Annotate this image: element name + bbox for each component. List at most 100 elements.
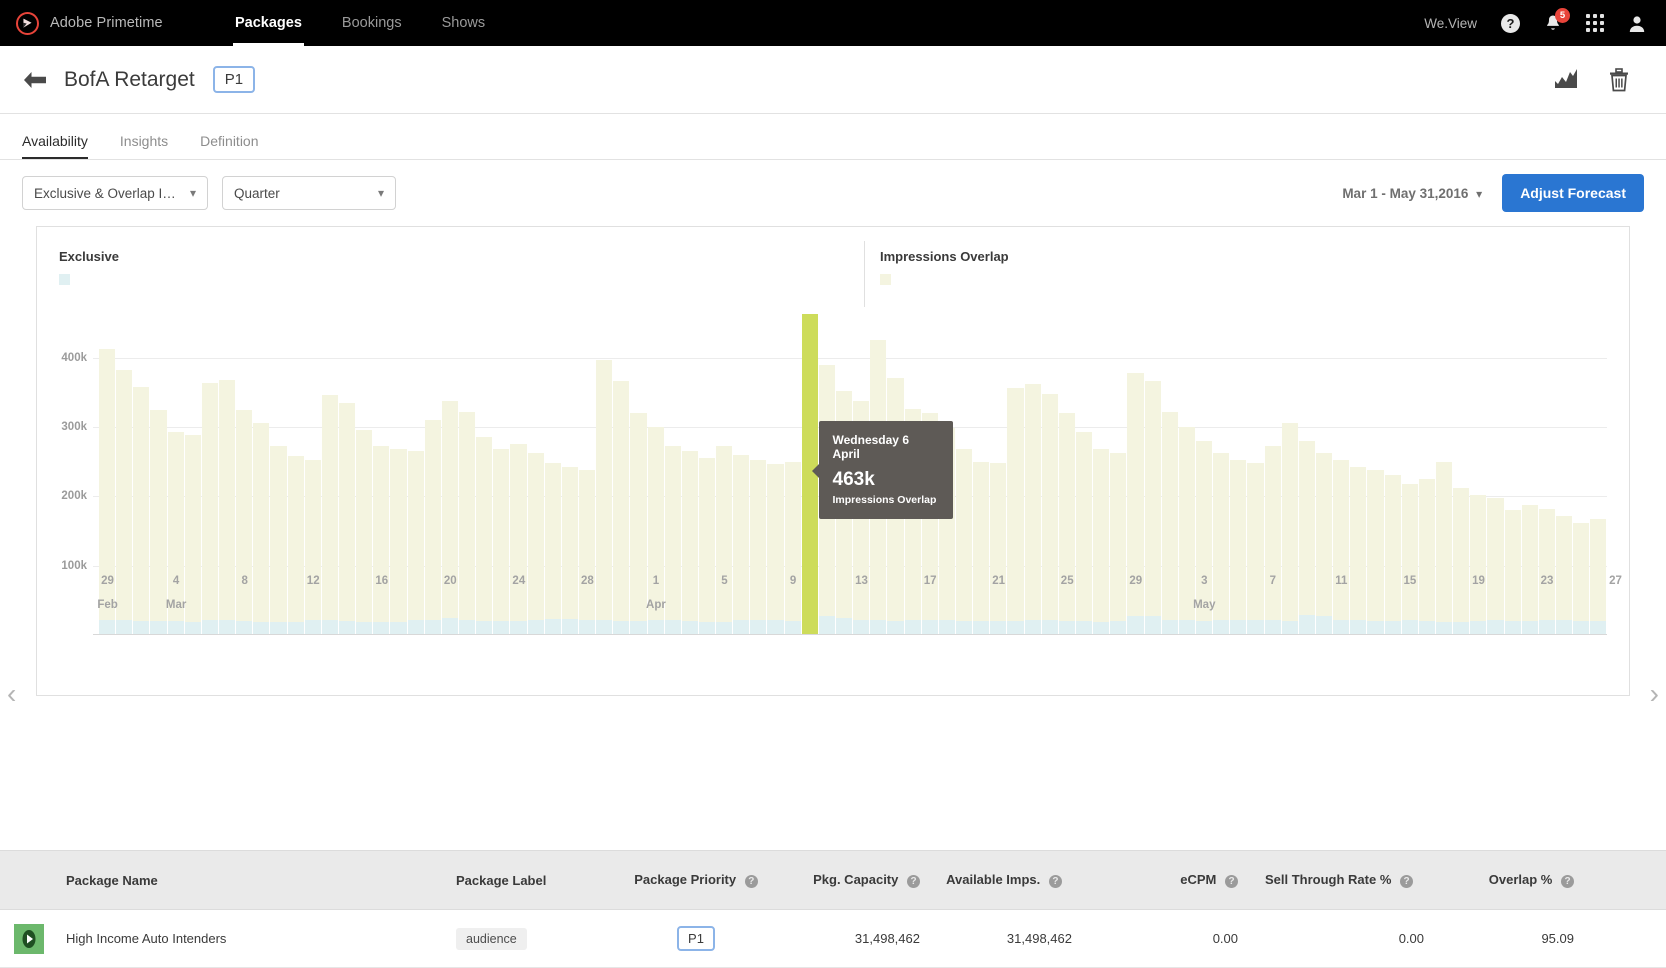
y-axis-labels: 100k 200k 300k 400k: [37, 309, 93, 635]
y-axis-tick: 400k: [61, 351, 87, 364]
th-package-priority[interactable]: Package Priority ?: [616, 872, 776, 888]
x-axis-tick: 7: [1269, 575, 1277, 587]
filter-bar: Exclusive & Overlap I… ▾ Quarter ▾ Mar 1…: [0, 160, 1666, 226]
x-axis-labels: 29 Feb 4 Mar 8 12 16 20 24 28 1 Apr 5 9 13 17 21 25 29 3 May…: [97, 575, 1622, 617]
bar-segment-exclusive: [1161, 619, 1178, 635]
th-available-imps-label: Available Imps.: [946, 872, 1041, 888]
bar-segment-exclusive: [236, 621, 253, 635]
nav-item-shows[interactable]: Shows: [422, 0, 506, 46]
th-pkg-capacity[interactable]: Pkg. Capacity ?: [776, 872, 928, 888]
user-avatar-icon[interactable]: [1628, 14, 1646, 33]
legend-overlap-swatch: [880, 274, 891, 285]
availability-chart-card: Exclusive Impressions Overlap 100k 200k 30…: [36, 226, 1630, 696]
period-select[interactable]: Quarter ▾: [222, 176, 396, 210]
priority-badge[interactable]: P1: [212, 66, 256, 93]
bar-segment-exclusive: [338, 621, 356, 635]
bar-segment-exclusive: [767, 620, 784, 635]
metric-select[interactable]: Exclusive & Overlap I… ▾: [22, 176, 208, 210]
bar-segment-exclusive: [1213, 620, 1230, 635]
chart-tooltip: Wednesday 6 April 463k Impressions Overl…: [811, 421, 953, 519]
bar-segment-exclusive: [201, 619, 218, 635]
row-pkg-capacity: 31,498,462: [854, 931, 920, 946]
th-package-name[interactable]: Package Name: [58, 873, 448, 888]
tab-availability[interactable]: Availability: [22, 133, 102, 159]
bar-segment-exclusive: [733, 620, 750, 635]
tab-insights[interactable]: Insights: [120, 133, 182, 159]
adjust-forecast-button[interactable]: Adjust Forecast: [1502, 174, 1644, 212]
metric-select-value: Exclusive & Overlap I…: [34, 185, 176, 201]
bar-segment-exclusive: [578, 619, 596, 635]
date-range-value: Mar 1 - May 31,2016: [1342, 185, 1469, 201]
packages-table: Package Name Package Label Package Prior…: [0, 850, 1666, 968]
th-ecpm-label: eCPM: [1180, 872, 1217, 888]
x-axis-tick: 1 Apr: [646, 575, 666, 611]
th-ecpm[interactable]: eCPM ?: [1080, 872, 1246, 888]
table-header-row: Package Name Package Label Package Prior…: [0, 850, 1666, 910]
app-grid-icon[interactable]: [1586, 14, 1604, 32]
date-range-picker[interactable]: Mar 1 - May 31,2016 ▾: [1342, 186, 1482, 201]
th-package-label[interactable]: Package Label: [448, 873, 616, 888]
back-arrow-icon[interactable]: [22, 71, 52, 89]
th-overlap-label: Overlap %: [1488, 872, 1553, 888]
package-label-chip: audience: [456, 927, 527, 950]
package-priority-chip[interactable]: P1: [677, 926, 715, 951]
x-axis-tick: 9: [789, 575, 797, 587]
chart-legend: Exclusive Impressions Overlap: [37, 227, 1629, 307]
bar-segment-exclusive: [1247, 619, 1264, 635]
th-sell-through-rate[interactable]: Sell Through Rate % ?: [1246, 872, 1432, 888]
row-ecpm: 0.00: [1212, 931, 1238, 946]
header-actions: [1554, 67, 1644, 92]
bar-segment-exclusive: [476, 621, 493, 635]
chart-prev-arrow-icon[interactable]: ‹: [7, 680, 16, 708]
nav-item-packages[interactable]: Packages: [215, 0, 322, 46]
bar-segment-exclusive: [150, 621, 167, 635]
notifications-bell-icon[interactable]: 5: [1544, 7, 1570, 33]
brand[interactable]: Adobe Primetime: [0, 11, 215, 35]
help-icon[interactable]: ?: [1225, 874, 1238, 888]
help-icon[interactable]: ?: [1048, 874, 1062, 888]
brand-name: Adobe Primetime: [50, 15, 163, 31]
bar-segment-exclusive: [116, 620, 133, 635]
bar-segment-exclusive: [1521, 621, 1538, 635]
help-icon[interactable]: ?: [1501, 13, 1520, 33]
th-pkg-capacity-label: Pkg. Capacity: [813, 872, 899, 888]
view-switcher[interactable]: We.View: [1424, 16, 1477, 31]
delete-trash-icon[interactable]: [1608, 67, 1630, 92]
play-icon[interactable]: [14, 923, 44, 954]
x-axis-tick: 17: [923, 575, 937, 587]
bar-segment-exclusive: [853, 619, 870, 635]
bar-segment-exclusive: [1384, 621, 1401, 635]
bar-segment-exclusive: [407, 620, 424, 635]
x-axis-tick: 15: [1403, 575, 1417, 587]
bar-segment-exclusive: [1573, 621, 1590, 635]
bar-segment-exclusive: [1058, 621, 1076, 635]
x-axis-tick: 20: [443, 575, 457, 587]
bar-segment-exclusive: [1401, 620, 1418, 635]
analytics-chart-icon[interactable]: [1554, 68, 1578, 90]
nav-item-bookings[interactable]: Bookings: [322, 0, 422, 46]
bar-segment-exclusive: [630, 621, 647, 635]
help-icon[interactable]: ?: [744, 874, 758, 888]
bar-segment-exclusive: [613, 621, 630, 635]
nav-right-cluster: We.View ? 5: [1424, 7, 1666, 33]
chart-next-arrow-icon[interactable]: ›: [1650, 680, 1659, 708]
help-icon[interactable]: ?: [907, 874, 920, 888]
page-title: BofA Retarget: [64, 67, 195, 91]
th-overlap[interactable]: Overlap % ?: [1432, 872, 1582, 888]
bar-segment-exclusive: [1196, 621, 1213, 635]
help-icon[interactable]: ?: [1400, 874, 1414, 888]
top-navbar: Adobe Primetime Packages Bookings Shows …: [0, 0, 1666, 46]
table-row[interactable]: High Income Auto Intenders audience P1 3…: [0, 910, 1666, 968]
legend-exclusive-swatch: [59, 274, 70, 285]
row-overlap: 95.09: [1541, 931, 1574, 946]
tab-definition[interactable]: Definition: [200, 133, 272, 159]
bar-segment-exclusive: [561, 619, 578, 635]
period-select-value: Quarter: [234, 185, 280, 201]
help-icon[interactable]: ?: [1561, 874, 1574, 888]
bar-segment-exclusive: [1367, 621, 1384, 635]
row-sell-through-rate: 0.00: [1398, 931, 1424, 946]
row-package-priority-cell: P1: [616, 926, 776, 951]
bar-segment-exclusive: [1350, 620, 1367, 635]
th-available-imps[interactable]: Available Imps. ?: [928, 872, 1080, 888]
bar-segment-exclusive: [1470, 621, 1487, 635]
